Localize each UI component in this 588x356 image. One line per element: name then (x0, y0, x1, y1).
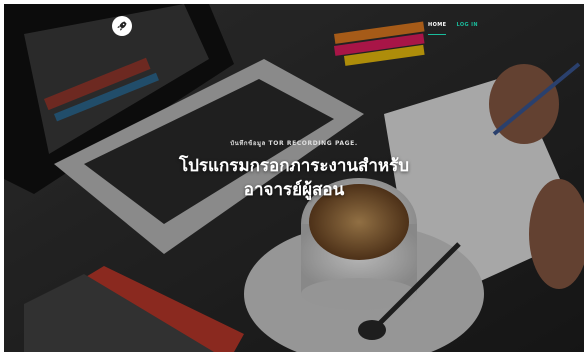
logo[interactable] (112, 16, 132, 36)
hero-heading-line2: อาจารย์ผู้สอน (243, 180, 345, 200)
nav-home-link[interactable]: HOME (428, 22, 447, 35)
hero-text: บันทึกข้อมูล TOR RECORDING PAGE. โปรแกรม… (4, 138, 584, 202)
nav-login-link[interactable]: LOG IN (456, 22, 478, 35)
main-nav: HOME LOG IN (428, 22, 478, 35)
hero-heading-line1: โปรแกรมกรอกภาระงานสำหรับ (178, 156, 410, 176)
rocket-icon (116, 17, 128, 36)
hero-section: HOME LOG IN บันทึกข้อมูล TOR RECORDING P… (4, 4, 584, 352)
hero-subheading: บันทึกข้อมูล TOR RECORDING PAGE. (230, 140, 358, 147)
